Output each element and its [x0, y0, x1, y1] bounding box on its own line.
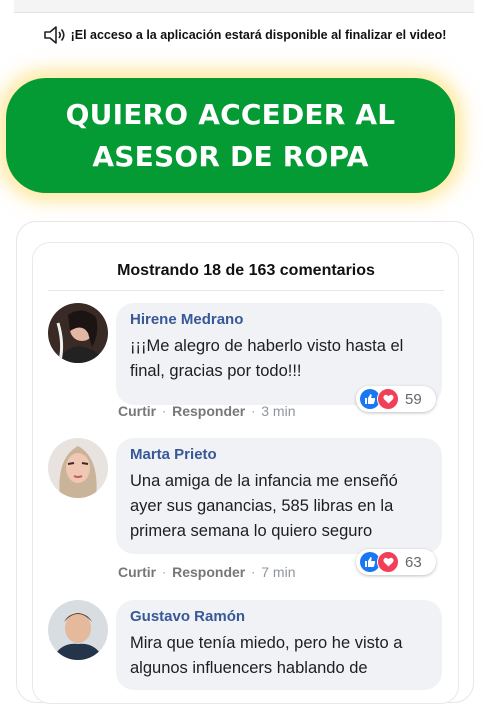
avatar[interactable]: [48, 303, 108, 363]
comment-actions: Curtir · Responder · 7 min: [118, 564, 295, 580]
comment-text: Una amiga de la infancia me enseñó ayer …: [130, 472, 398, 540]
comment-time: 7 min: [261, 564, 296, 580]
separator-dot: ·: [251, 404, 256, 418]
love-reaction-icon: [377, 551, 399, 573]
separator-dot: ·: [251, 565, 256, 579]
comment-text: Mira que tenía miedo, pero he visto a al…: [130, 634, 403, 677]
access-notice: ¡El acceso a la aplicación estará dispon…: [0, 22, 489, 48]
access-advisor-button[interactable]: QUIERO ACCEDER AL ASESOR DE ROPA: [6, 78, 455, 193]
cta-label: QUIERO ACCEDER AL ASESOR DE ROPA: [65, 97, 396, 173]
avatar[interactable]: [48, 600, 108, 660]
reply-action[interactable]: Responder: [172, 403, 245, 419]
speaker-icon: [43, 26, 65, 44]
comment-author[interactable]: Marta Prieto: [130, 446, 428, 463]
like-action[interactable]: Curtir: [118, 564, 156, 580]
reaction-count: 63: [405, 553, 422, 571]
comment-actions: Curtir · Responder · 3 min: [118, 403, 295, 419]
comment-text: ¡¡¡Me alegro de haberlo visto hasta el f…: [130, 337, 404, 380]
separator-dot: ·: [162, 565, 167, 579]
comments-count-header: Mostrando 18 de 163 comentarios: [48, 262, 444, 291]
separator-dot: ·: [162, 404, 167, 418]
reactions-badge[interactable]: 59: [356, 386, 436, 412]
avatar[interactable]: [48, 438, 108, 498]
reply-action[interactable]: Responder: [172, 564, 245, 580]
notice-text: ¡El acceso a la aplicación estará dispon…: [70, 28, 447, 42]
comment-bubble: Gustavo Ramón Mira que tenía miedo, pero…: [116, 600, 442, 690]
top-bar: [14, 0, 474, 13]
comment-time: 3 min: [261, 403, 296, 419]
love-reaction-icon: [377, 388, 399, 410]
like-action[interactable]: Curtir: [118, 403, 156, 419]
reactions-badge[interactable]: 63: [356, 549, 436, 575]
comment-bubble: Marta Prieto Una amiga de la infancia me…: [116, 438, 442, 554]
comment-author[interactable]: Gustavo Ramón: [130, 608, 428, 625]
reaction-count: 59: [405, 390, 422, 408]
comment-author[interactable]: Hirene Medrano: [130, 311, 428, 328]
